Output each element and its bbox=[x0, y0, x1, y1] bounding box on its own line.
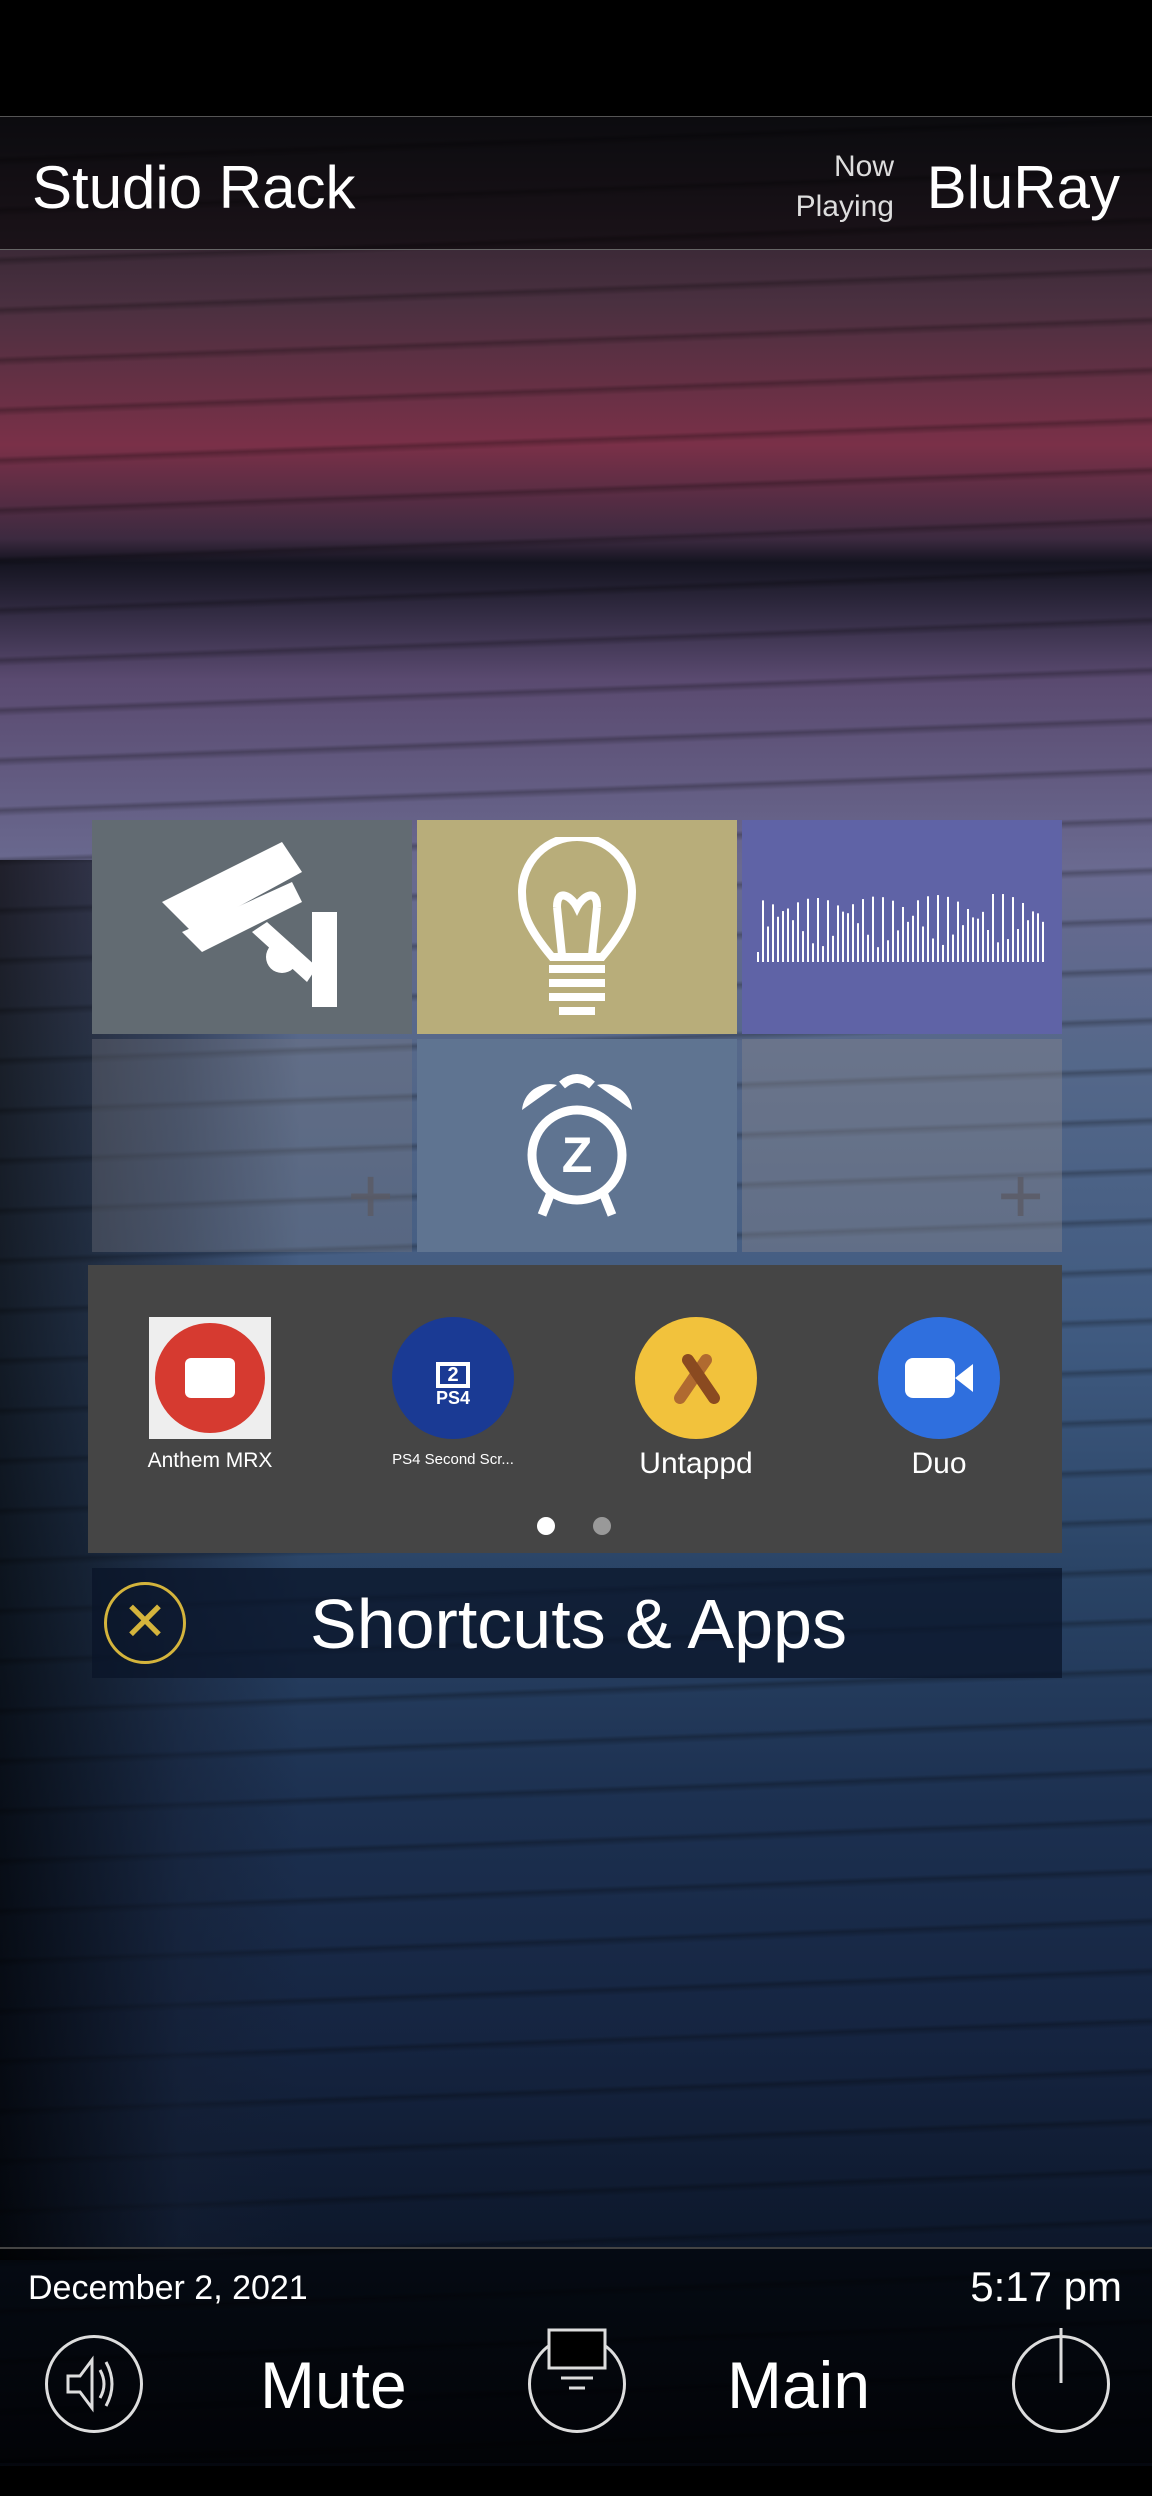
date-label: December 2, 2021 bbox=[28, 2269, 308, 2307]
menu-button[interactable] bbox=[528, 2328, 626, 2433]
speaker-icon bbox=[66, 2355, 114, 2413]
anthem-icon bbox=[149, 1317, 271, 1439]
ps4-second-screen-icon: 2 PS4 bbox=[392, 1317, 514, 1439]
tile-security-camera[interactable] bbox=[92, 820, 412, 1034]
page-dot-active[interactable] bbox=[537, 1517, 555, 1535]
shortcut-tiles: + Z + bbox=[92, 820, 1062, 1252]
power-button[interactable] bbox=[1012, 2328, 1110, 2433]
now-playing-source[interactable]: BluRay bbox=[927, 153, 1120, 222]
audio-waveform-icon bbox=[757, 893, 1044, 962]
ps4-text: PS4 bbox=[435, 1387, 471, 1408]
shortcuts-bar: ✕ Shortcuts & Apps bbox=[92, 1568, 1062, 1678]
app-untappd[interactable]: Untappd bbox=[596, 1317, 796, 1481]
tile-empty-add[interactable]: + bbox=[92, 1038, 412, 1252]
add-icon: + bbox=[347, 1151, 394, 1240]
app-ps4-second-screen[interactable]: 2 PS4 PS4 Second Scr... bbox=[353, 1317, 553, 1468]
app-anthem-mrx[interactable]: Anthem MRX bbox=[110, 1317, 310, 1473]
mute-button[interactable]: Mute bbox=[260, 2347, 407, 2423]
screen-menu-icon bbox=[547, 2328, 607, 2390]
page-dot[interactable] bbox=[593, 1517, 611, 1535]
security-camera-icon bbox=[162, 841, 337, 1007]
main-button[interactable]: Main bbox=[727, 2347, 870, 2423]
app-label: Anthem MRX bbox=[147, 1449, 273, 1472]
playing-label: Playing bbox=[795, 190, 894, 223]
power-icon bbox=[1059, 2328, 1063, 2383]
room-title[interactable]: Studio Rack bbox=[32, 153, 356, 222]
add-icon: + bbox=[997, 1151, 1044, 1240]
duo-icon bbox=[878, 1317, 1000, 1439]
tile-audio[interactable] bbox=[742, 820, 1062, 1034]
now-playing-label: Now Playing bbox=[796, 147, 894, 227]
tile-empty-add[interactable]: + bbox=[742, 1038, 1062, 1252]
close-button[interactable]: ✕ bbox=[104, 1582, 186, 1664]
header-bar: Studio Rack Now Playing BluRay bbox=[0, 116, 1152, 250]
apps-panel: Anthem MRX 2 PS4 PS4 Second Scr... Untapp… bbox=[88, 1265, 1062, 1553]
app-duo[interactable]: Duo bbox=[839, 1317, 1039, 1481]
untappd-icon bbox=[635, 1317, 757, 1439]
svg-text:Z: Z bbox=[562, 1127, 593, 1183]
tile-lighting[interactable] bbox=[417, 820, 737, 1034]
light-bulb-icon bbox=[517, 836, 637, 1015]
time-label: 5:17 pm bbox=[970, 2263, 1122, 2310]
shortcuts-title: Shortcuts & Apps bbox=[310, 1585, 847, 1663]
app-label: Untappd bbox=[639, 1447, 753, 1480]
alarm-clock-icon: Z bbox=[522, 1074, 632, 1217]
ps4-badge: 2 bbox=[436, 1361, 470, 1388]
volume-button[interactable] bbox=[45, 2335, 143, 2433]
now-label: Now bbox=[833, 150, 894, 183]
app-label: Duo bbox=[911, 1447, 967, 1480]
footer-bar: December 2, 2021 5:17 pm Mute Main bbox=[0, 2247, 1152, 2463]
app-label: PS4 Second Scr... bbox=[392, 1451, 514, 1468]
tile-sleep-timer[interactable]: Z bbox=[417, 1038, 737, 1252]
